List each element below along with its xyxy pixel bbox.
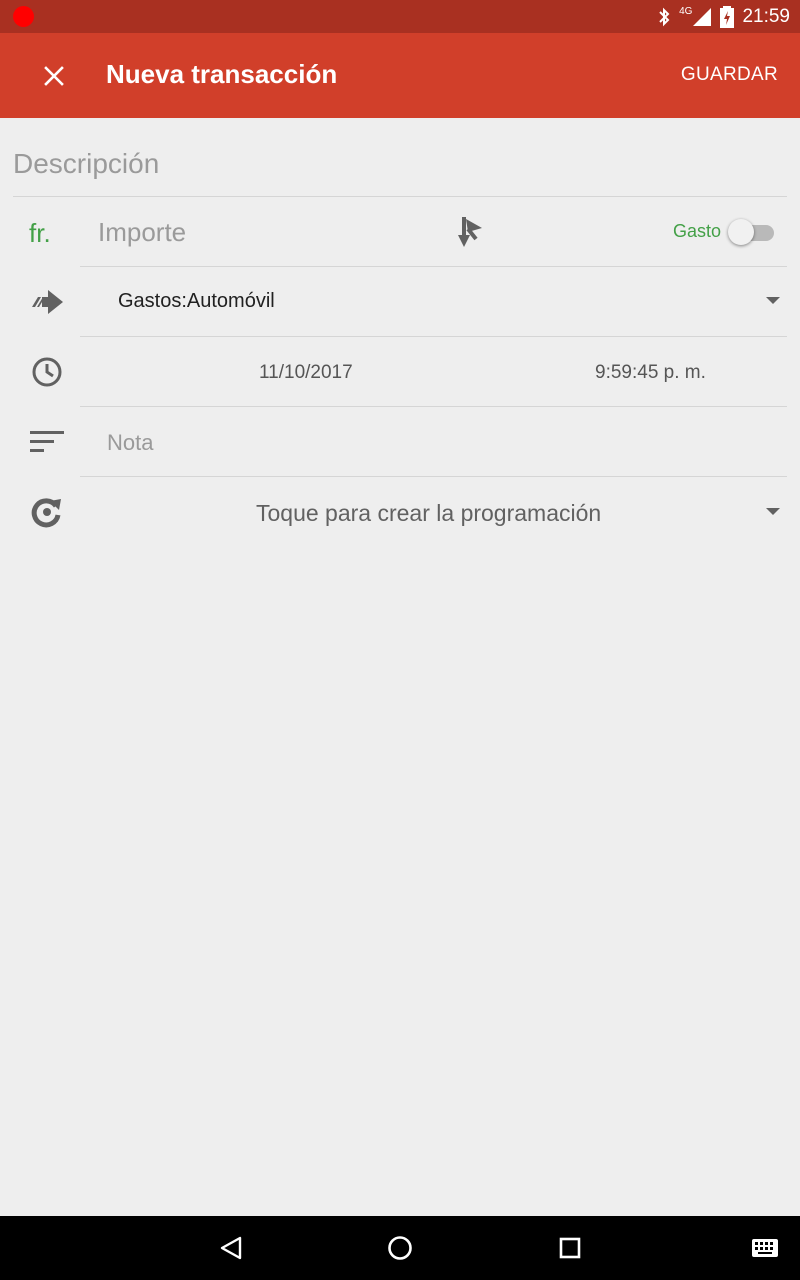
account-dropdown-arrow-icon[interactable] [766, 297, 780, 304]
recording-indicator-icon [13, 6, 34, 27]
divider [80, 476, 787, 477]
note-icon-wrap [28, 423, 66, 461]
description-input[interactable]: Descripción [13, 148, 159, 180]
schedule-dropdown-arrow-icon[interactable] [766, 508, 780, 515]
home-circle-icon [388, 1236, 412, 1260]
time-icon-wrap [28, 353, 66, 391]
toggle-thumb [728, 219, 754, 245]
transaction-type-label: Gasto [673, 221, 722, 241]
status-clock: 21:59 [742, 5, 790, 27]
keyboard-button[interactable] [749, 1232, 781, 1264]
close-button[interactable] [32, 54, 76, 98]
keyboard-icon [752, 1239, 778, 1257]
schedule-icon-wrap [28, 493, 66, 531]
back-triangle-icon [220, 1236, 242, 1260]
split-icon[interactable] [455, 215, 487, 249]
schedule-selector[interactable]: Toque para crear la programación [256, 500, 601, 527]
note-input[interactable]: Nota [107, 430, 153, 456]
account-icon-wrap [28, 283, 66, 321]
divider [80, 336, 787, 337]
recents-square-icon [559, 1237, 581, 1259]
home-button[interactable] [384, 1232, 416, 1264]
network-type-label: 4G [679, 6, 693, 17]
recents-button[interactable] [554, 1232, 586, 1264]
notes-icon [30, 431, 64, 452]
date-field[interactable]: 11/10/2017 [259, 362, 353, 384]
account-selector[interactable]: Gastos:Automóvil [118, 290, 275, 313]
amount-input[interactable]: Importe [98, 217, 186, 248]
divider [80, 266, 787, 267]
close-icon [44, 66, 64, 86]
status-bar: 4G 21:59 [0, 0, 800, 33]
system-nav-bar [0, 1216, 800, 1280]
clock-icon [32, 357, 62, 387]
transfer-arrow-icon [32, 290, 63, 314]
currency-symbol[interactable]: fr. [29, 218, 51, 249]
divider [13, 196, 787, 197]
transaction-type-toggle[interactable] [728, 219, 774, 245]
back-button[interactable] [215, 1232, 247, 1264]
signal-icon [693, 7, 712, 26]
bluetooth-icon [659, 7, 670, 26]
page-title: Nueva transacción [106, 59, 338, 89]
time-field[interactable]: 9:59:45 p. m. [595, 362, 706, 384]
divider [80, 406, 787, 407]
status-icons: 4G 21:59 [657, 0, 790, 33]
app-bar: Nueva transacción GUARDAR [0, 33, 800, 118]
battery-icon [720, 5, 735, 28]
save-button[interactable]: GUARDAR [681, 64, 778, 86]
recurrence-icon [31, 498, 61, 528]
